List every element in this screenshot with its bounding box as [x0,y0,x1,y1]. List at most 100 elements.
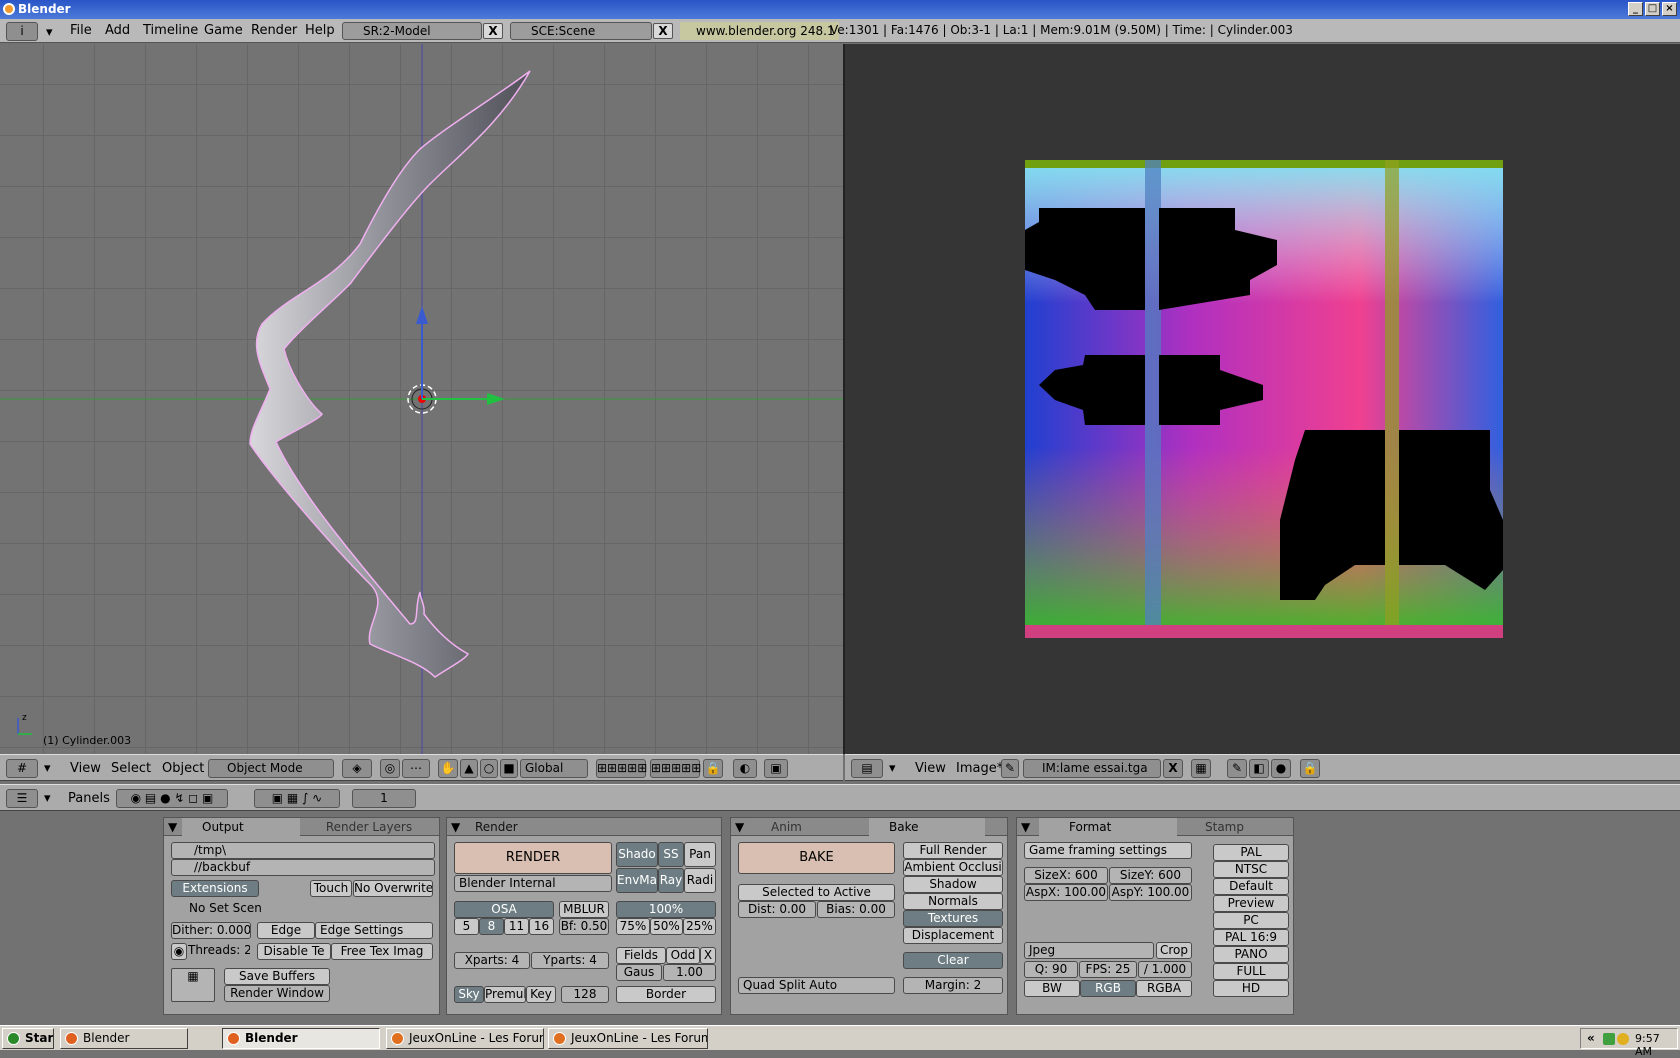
odd-toggle[interactable]: Odd [666,947,700,964]
render-button[interactable]: RENDER [454,842,612,874]
set-scene-selector[interactable]: No Set Scene [171,901,261,918]
image-unlink-button[interactable]: X [1163,759,1183,778]
preset-pal[interactable]: PAL [1213,844,1289,861]
collapse-arrow-icon[interactable]: ▾ [44,761,51,776]
backbuf-path-field[interactable]: //backbuf [171,859,435,876]
quality-field[interactable]: Q: 90 [1024,961,1078,978]
preset-full[interactable]: FULL [1213,963,1289,980]
edge-toggle[interactable]: Edge [257,922,315,939]
osa-11[interactable]: 11 [504,918,529,935]
collapse-arrow-icon[interactable]: ▾ [44,791,51,806]
threads-icon[interactable]: ◉ [171,943,187,960]
3d-viewport[interactable]: z (1) Cylinder.003 [0,44,843,754]
touch-toggle[interactable]: Touch [310,880,352,897]
menu-view[interactable]: View [915,761,946,776]
bw-toggle[interactable]: BW [1024,980,1080,997]
x-toggle[interactable]: X [700,947,716,964]
lock-icon[interactable]: 🔒 [703,759,723,778]
tab-anim[interactable]: Anim [753,818,863,836]
snap-icon[interactable]: ⋯ [402,759,430,778]
image-editor[interactable] [845,44,1680,754]
grid-editor-icon[interactable]: # [6,759,38,778]
osa-16[interactable]: 16 [529,918,554,935]
scale-icon[interactable]: ■ [500,759,518,778]
rotate-icon[interactable]: ○ [480,759,498,778]
fps-base-field[interactable]: / 1.000 [1138,961,1192,978]
rgba-toggle[interactable]: RGBA [1136,980,1192,997]
pack-icon[interactable]: ▦ [1191,759,1211,778]
menu-select[interactable]: Select [111,761,151,776]
selected-to-active-toggle[interactable]: Selected to Active [738,884,895,901]
occlusion-icon[interactable]: ◐ [733,759,757,778]
orientation-selector[interactable]: Global [520,759,588,778]
tab-stamp[interactable]: Stamp [1181,818,1289,836]
tray-expand-button[interactable]: « [1587,1031,1595,1045]
taskbar-item-blender-1[interactable]: Blender [60,1028,188,1049]
frame-field[interactable]: 1 [352,789,416,808]
fps-field[interactable]: FPS: 25 [1079,961,1137,978]
file-format-selector[interactable]: Jpeg [1024,942,1154,959]
buttons-editor-icon[interactable]: ☰ [6,789,38,808]
extensions-toggle[interactable]: Extensions [171,880,259,897]
menu-file[interactable]: File [70,23,92,38]
render-preview-icon[interactable]: ▣ [764,759,788,778]
menu-render[interactable]: Render [251,23,297,38]
xparts-field[interactable]: Xparts: 4 [454,952,530,969]
bake-full-render[interactable]: Full Render [903,842,1003,859]
taskbar-item-firefox-1[interactable]: JeuxOnLine - Les Forums... [386,1028,544,1049]
size-50-button[interactable]: 50% [650,918,683,935]
menu-view[interactable]: View [70,761,101,776]
panel-collapse-icon[interactable]: ▼ [1021,818,1030,836]
premul-toggle[interactable]: Premul [484,986,526,1003]
game-framing-button[interactable]: Game framing settings [1024,842,1192,859]
start-button[interactable]: Start [2,1028,54,1049]
preset-ntsc[interactable]: NTSC [1213,861,1289,878]
bake-textures[interactable]: Textures [903,910,1003,927]
rgb-toggle[interactable]: RGB [1080,980,1136,997]
tab-render-layers[interactable]: Render Layers [304,818,434,836]
osa-toggle[interactable]: OSA [454,901,554,918]
free-tex-images-toggle[interactable]: Free Tex Imag [331,943,433,960]
bits-selector[interactable]: 128 [561,986,609,1003]
edge-settings-button[interactable]: Edge Settings [315,922,433,939]
bake-normals[interactable]: Normals [903,893,1003,910]
bake-ambient-occlusion[interactable]: Ambient Occlusi [903,859,1003,876]
bake-dist-field[interactable]: Dist: 0.00 [738,901,816,918]
filter-type-selector[interactable]: Gaus [616,964,662,981]
envmap-toggle[interactable]: EnvMa [616,868,658,893]
size-100-button[interactable]: 100% [616,901,716,918]
disable-tex-toggle[interactable]: Disable Te [257,943,331,960]
maximize-button[interactable]: □ [1645,2,1660,16]
border-toggle[interactable]: Border [616,986,716,1003]
raytrace-toggle[interactable]: Ray [658,868,684,893]
mode-selector[interactable]: Object Mode [208,759,334,778]
preset-preview[interactable]: Preview [1213,895,1289,912]
menu-help[interactable]: Help [305,23,335,38]
quad-split-selector[interactable]: Quad Split Auto [738,977,895,994]
network-icon[interactable] [1603,1033,1615,1045]
screen-delete-button[interactable]: X [483,23,503,39]
layers-row-1[interactable]: ⊞⊞⊞⊞⊞ [596,759,647,778]
screen-selector[interactable]: SR:2-Model X [342,22,503,40]
key-toggle[interactable]: Key [526,986,556,1003]
taskbar-item-blender-2[interactable]: Blender [222,1028,380,1049]
taskbar-item-firefox-2[interactable]: JeuxOnLine - Les Forums... [548,1028,708,1049]
layers-row-2[interactable]: ⊞⊞⊞⊞⊞ [650,759,701,778]
editor-type-icon[interactable]: i [6,22,38,41]
radiosity-toggle[interactable]: Radi [684,868,716,893]
tray-app-icon[interactable] [1617,1033,1629,1045]
size-75-button[interactable]: 75% [616,918,650,935]
no-overwrite-toggle[interactable]: No Overwrite [353,880,433,897]
bake-bias-field[interactable]: Bias: 0.00 [817,901,895,918]
draw-icon[interactable]: ● [1271,759,1291,778]
image-selector[interactable]: IM:lame essai.tga [1023,759,1161,778]
crop-toggle[interactable]: Crop [1156,942,1192,959]
context-icons[interactable]: ◉ ▤ ● ↯ ◻ ▣ [116,789,228,808]
menu-add[interactable]: Add [105,23,130,38]
image-editor-icon[interactable]: ▤ [851,759,883,778]
aspect-y-field[interactable]: AspY: 100.00 [1109,884,1192,901]
osa-8[interactable]: 8 [479,918,504,935]
close-window-button[interactable]: × [1662,2,1677,16]
output-path-field[interactable]: /tmp\ [171,842,435,859]
motion-blur-toggle[interactable]: MBLUR [559,901,609,918]
